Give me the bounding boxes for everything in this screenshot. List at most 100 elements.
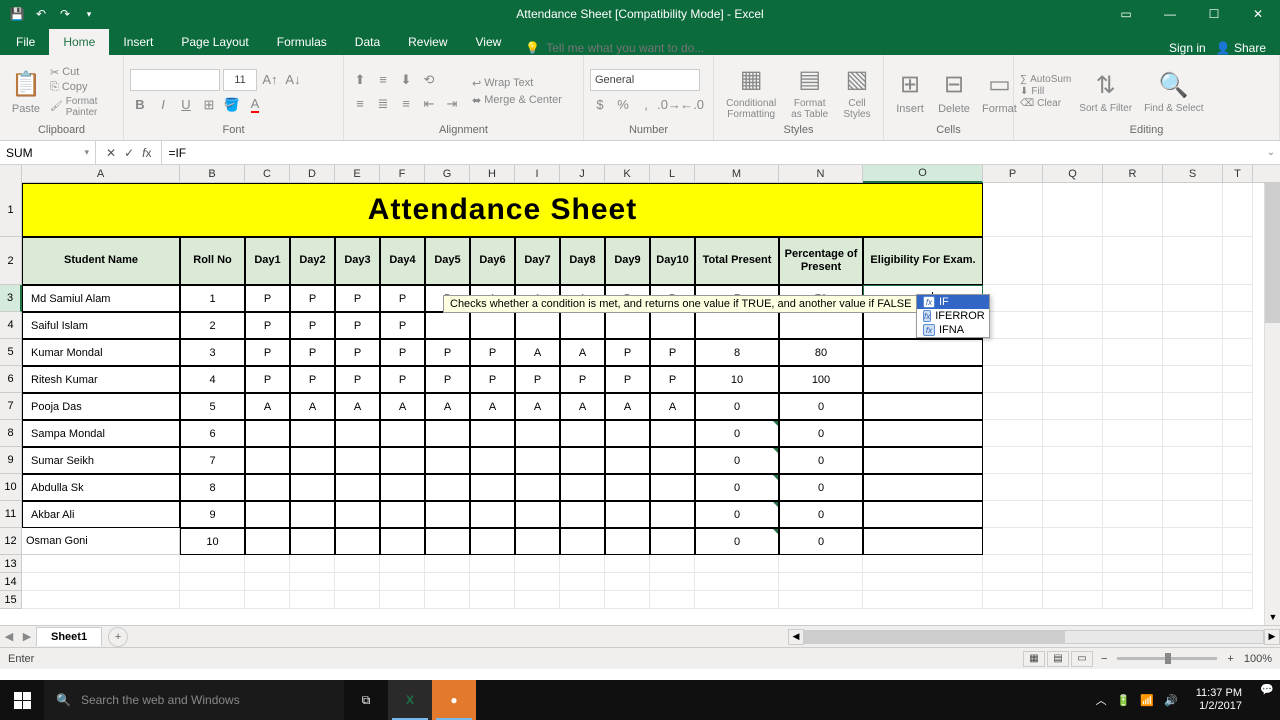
cell[interactable]: [1043, 591, 1103, 609]
cell[interactable]: [425, 573, 470, 591]
day-cell[interactable]: P: [335, 285, 380, 312]
select-all-triangle[interactable]: [0, 165, 22, 183]
cell[interactable]: [863, 555, 983, 573]
cell[interactable]: [470, 591, 515, 609]
day-cell[interactable]: A: [515, 339, 560, 366]
column-header-C[interactable]: C: [245, 165, 290, 183]
column-header-I[interactable]: I: [515, 165, 560, 183]
student-name-cell[interactable]: Ritesh Kumar: [22, 366, 180, 393]
day-cell[interactable]: [335, 474, 380, 501]
day-cell[interactable]: A: [245, 393, 290, 420]
cell[interactable]: [983, 447, 1043, 474]
underline-button[interactable]: U: [176, 95, 196, 115]
pct-cell[interactable]: 0: [779, 501, 863, 528]
cell[interactable]: [1043, 312, 1103, 339]
paste-button[interactable]: 📋Paste: [6, 67, 46, 117]
row-header-1[interactable]: 1: [0, 183, 22, 237]
table-header[interactable]: Day2: [290, 237, 335, 285]
fill-color-button[interactable]: 🪣: [222, 95, 242, 115]
cell[interactable]: [1223, 591, 1253, 609]
table-header[interactable]: Eligibility For Exam.: [863, 237, 983, 285]
cell[interactable]: [335, 555, 380, 573]
day-cell[interactable]: [650, 420, 695, 447]
row-header-2[interactable]: 2: [0, 237, 22, 285]
worksheet-grid[interactable]: ABCDEFGHIJKLMNOPQRST 1Attendance Sheet2S…: [0, 165, 1280, 625]
column-header-G[interactable]: G: [425, 165, 470, 183]
wrap-text-button[interactable]: ↩ Wrap Text: [472, 77, 562, 90]
cell[interactable]: [1103, 573, 1163, 591]
sort-filter-button[interactable]: ⇅Sort & Filter: [1075, 67, 1136, 116]
merge-center-button[interactable]: ⬌ Merge & Center: [472, 94, 562, 107]
cell[interactable]: [180, 573, 245, 591]
cell[interactable]: [1163, 591, 1223, 609]
increase-decimal-icon[interactable]: .0→: [659, 95, 679, 115]
cell[interactable]: [425, 555, 470, 573]
roll-cell[interactable]: 7: [180, 447, 245, 474]
cell[interactable]: [1043, 183, 1103, 237]
font-color-button[interactable]: A: [245, 95, 265, 115]
day-cell[interactable]: P: [605, 366, 650, 393]
cell[interactable]: [983, 555, 1043, 573]
cell[interactable]: [1043, 237, 1103, 285]
column-header-H[interactable]: H: [470, 165, 515, 183]
clear-button[interactable]: ⌫ Clear: [1020, 98, 1071, 109]
cell[interactable]: [380, 591, 425, 609]
formula-autocomplete[interactable]: fxIF fxIFERROR fxIFNA: [916, 294, 990, 338]
day-cell[interactable]: P: [380, 339, 425, 366]
cell[interactable]: [1163, 447, 1223, 474]
align-top-icon[interactable]: ⬆: [350, 70, 370, 90]
day-cell[interactable]: [605, 447, 650, 474]
fx-icon[interactable]: fx: [142, 146, 151, 160]
increase-font-icon[interactable]: A↑: [260, 70, 280, 90]
day-cell[interactable]: P: [245, 312, 290, 339]
day-cell[interactable]: P: [335, 366, 380, 393]
day-cell[interactable]: [335, 501, 380, 528]
cell[interactable]: [1223, 183, 1253, 237]
italic-button[interactable]: I: [153, 95, 173, 115]
align-left-icon[interactable]: ≡: [350, 94, 370, 114]
tray-volume-icon[interactable]: 🔊: [1164, 694, 1178, 707]
find-select-button[interactable]: 🔍Find & Select: [1140, 67, 1207, 116]
day-cell[interactable]: [290, 501, 335, 528]
cell[interactable]: [515, 555, 560, 573]
day-cell[interactable]: [425, 501, 470, 528]
pct-cell[interactable]: 0: [779, 447, 863, 474]
day-cell[interactable]: [560, 312, 605, 339]
cell[interactable]: [1103, 474, 1163, 501]
delete-cells-button[interactable]: ⊟Delete: [934, 67, 974, 117]
normal-view-icon[interactable]: ▦: [1023, 651, 1045, 667]
column-header-O[interactable]: O: [863, 165, 983, 183]
student-name-cell[interactable]: Pooja Das: [22, 393, 180, 420]
eligibility-cell[interactable]: [863, 447, 983, 474]
day-cell[interactable]: [515, 420, 560, 447]
cell[interactable]: [779, 573, 863, 591]
currency-icon[interactable]: $: [590, 95, 610, 115]
cell-styles-button[interactable]: ▧Cell Styles: [837, 62, 877, 122]
cell[interactable]: [1223, 366, 1253, 393]
table-header[interactable]: Day4: [380, 237, 425, 285]
day-cell[interactable]: [470, 312, 515, 339]
cell[interactable]: [1103, 501, 1163, 528]
day-cell[interactable]: [380, 501, 425, 528]
row-header-7[interactable]: 7: [0, 393, 22, 420]
qat-customize-icon[interactable]: ▾: [78, 3, 100, 25]
tray-wifi-icon[interactable]: 📶: [1140, 694, 1154, 707]
pct-cell[interactable]: 0: [779, 474, 863, 501]
row-header-6[interactable]: 6: [0, 366, 22, 393]
eligibility-cell[interactable]: [863, 339, 983, 366]
day-cell[interactable]: A: [290, 393, 335, 420]
day-cell[interactable]: P: [605, 339, 650, 366]
cell[interactable]: [983, 183, 1043, 237]
cell[interactable]: [1043, 474, 1103, 501]
zoom-level[interactable]: 100%: [1244, 653, 1272, 665]
cell[interactable]: [983, 339, 1043, 366]
cell[interactable]: [983, 366, 1043, 393]
day-cell[interactable]: [605, 528, 650, 555]
column-header-L[interactable]: L: [650, 165, 695, 183]
day-cell[interactable]: [560, 420, 605, 447]
cell[interactable]: [380, 573, 425, 591]
column-header-R[interactable]: R: [1103, 165, 1163, 183]
day-cell[interactable]: [470, 420, 515, 447]
day-cell[interactable]: [425, 528, 470, 555]
student-name-cell[interactable]: Sumar Seikh: [22, 447, 180, 474]
